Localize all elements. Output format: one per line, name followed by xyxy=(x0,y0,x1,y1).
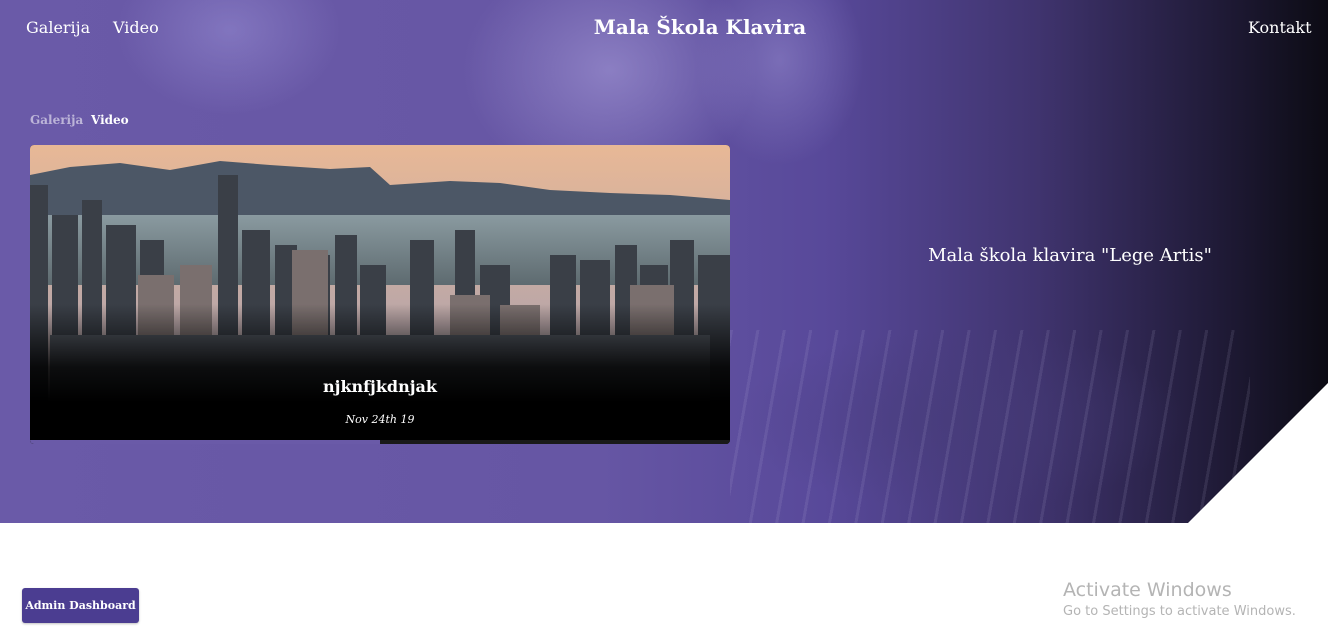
nav-link-kontakt[interactable]: Kontakt xyxy=(1248,18,1312,37)
breadcrumb-video[interactable]: Video xyxy=(91,113,129,127)
hero-tagline: Mala škola klavira "Lege Artis" xyxy=(928,245,1212,266)
video-progress-bar xyxy=(30,440,730,444)
windows-activation-subtitle: Go to Settings to activate Windows. xyxy=(1063,604,1296,619)
site-title[interactable]: Mala Škola Klavira xyxy=(0,15,1328,39)
breadcrumb-galerija[interactable]: Galerija xyxy=(30,113,83,127)
video-progress-fill xyxy=(30,440,380,444)
hero-banner: Galerija Video Mala Škola Klavira Kontak… xyxy=(0,0,1328,523)
video-title: njknfjkdnjak xyxy=(323,377,437,396)
windows-activation-title: Activate Windows xyxy=(1063,579,1232,601)
video-card[interactable]: njknfjkdnjak Nov 24th 19 xyxy=(30,145,730,444)
admin-dashboard-button[interactable]: Admin Dashboard xyxy=(22,588,139,623)
video-date: Nov 24th 19 xyxy=(345,413,415,426)
